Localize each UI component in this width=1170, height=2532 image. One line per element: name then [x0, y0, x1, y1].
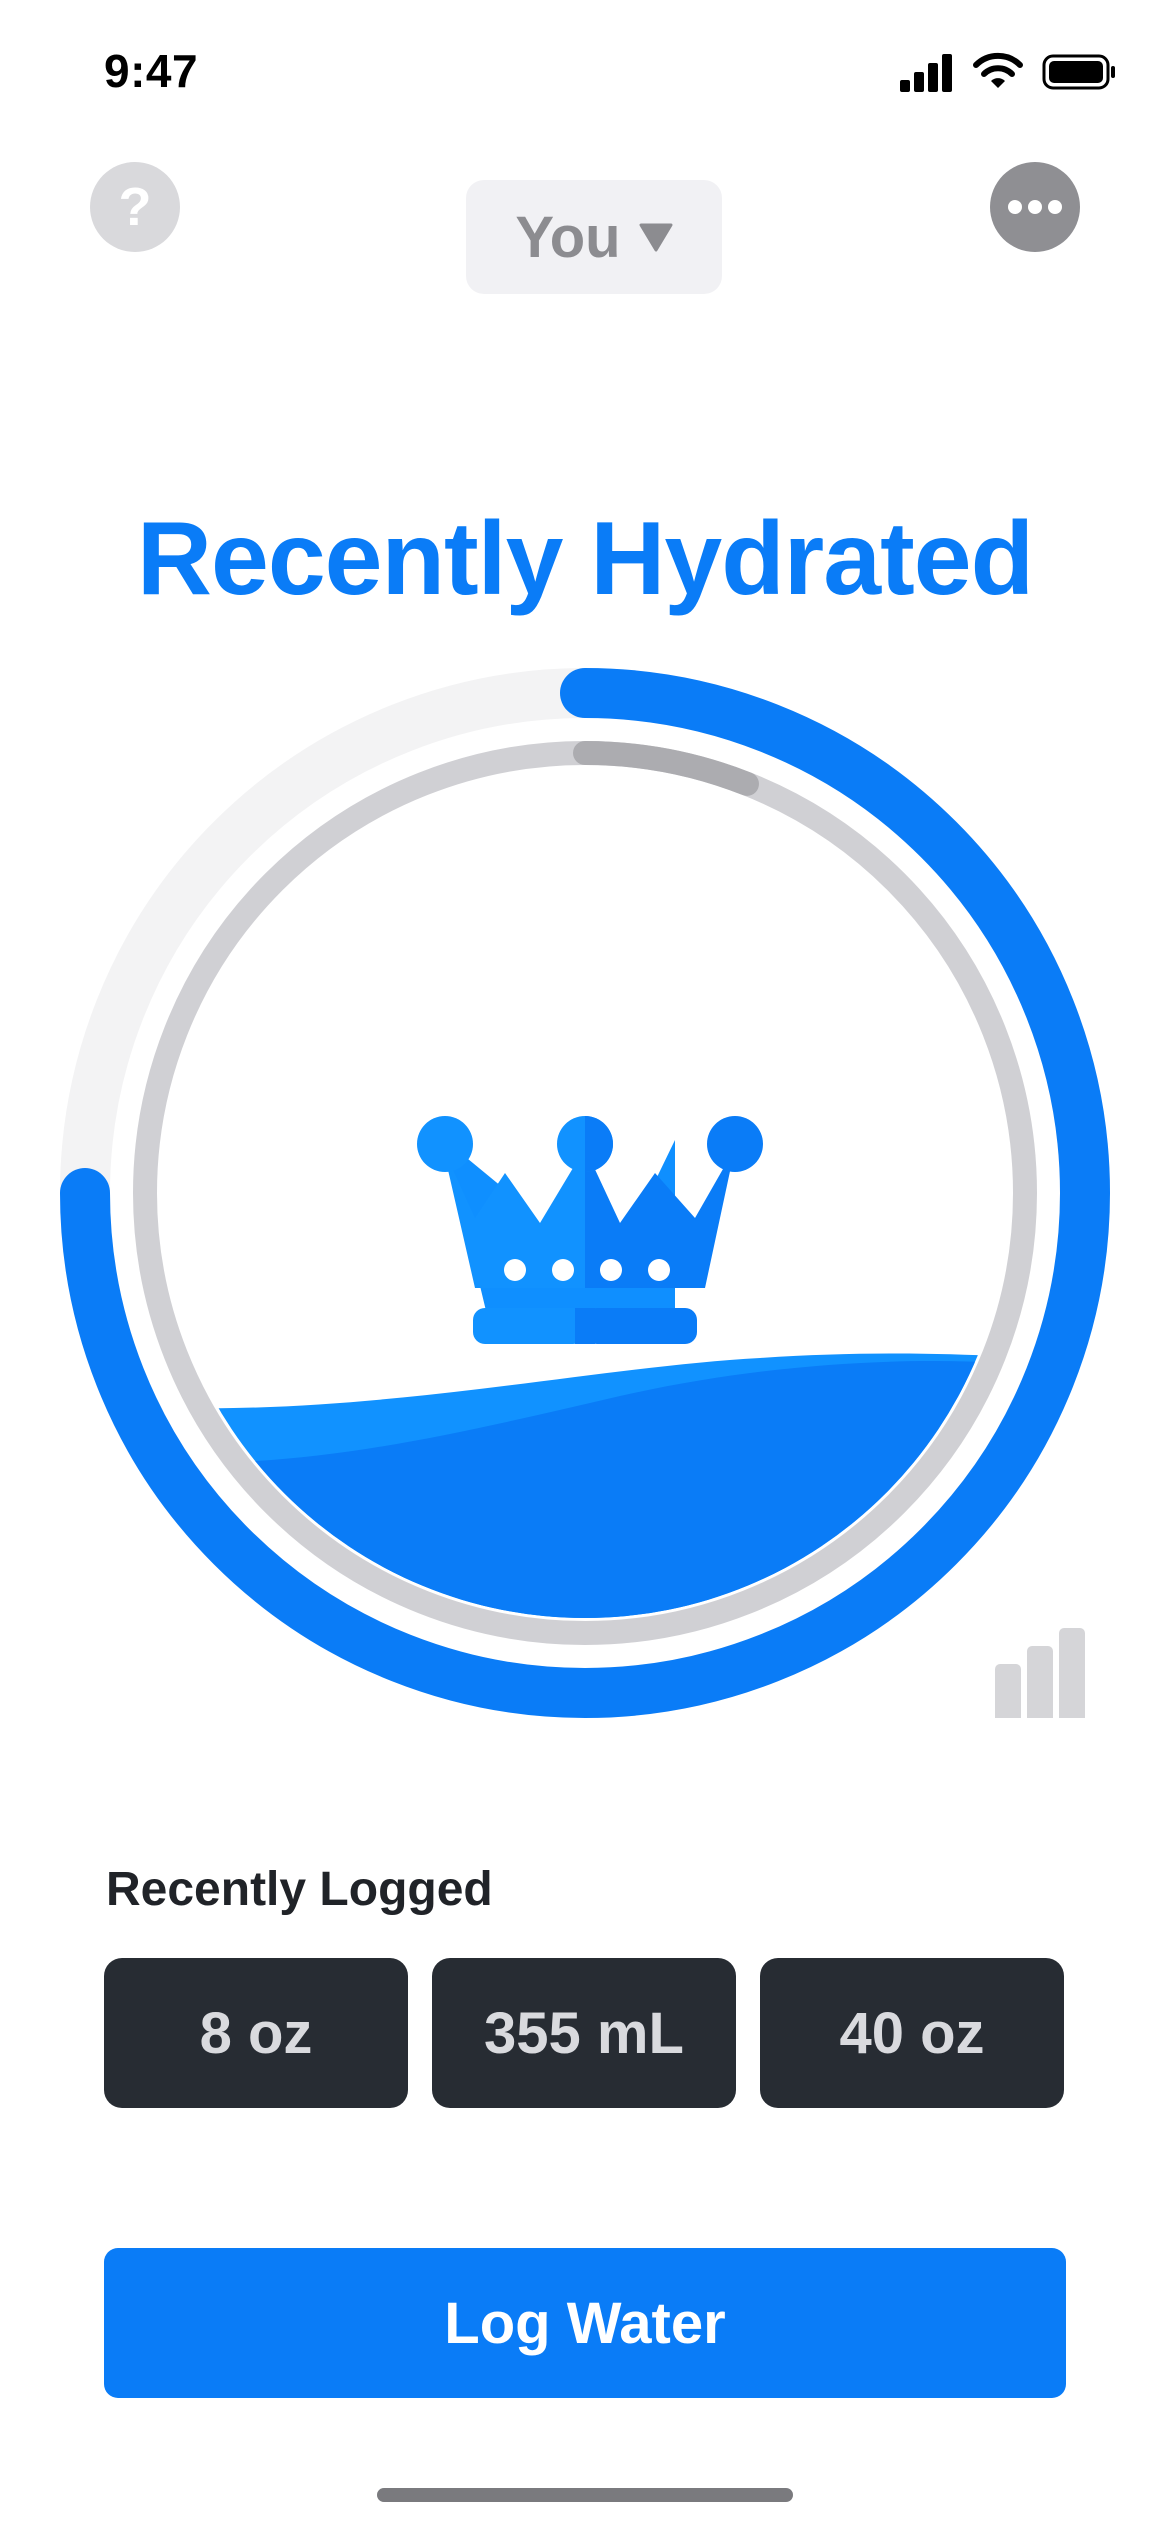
quick-log-button[interactable]: 355 mL [432, 1958, 736, 2108]
ellipsis-icon [1008, 200, 1062, 214]
hydration-ring[interactable] [60, 668, 1110, 1728]
question-icon: ? [118, 177, 152, 237]
status-time: 9:47 [104, 45, 199, 97]
quick-log-row: 8 oz 355 mL 40 oz [104, 1958, 1064, 2108]
hydration-status-title: Recently Hydrated [136, 501, 1034, 617]
log-water-button[interactable]: Log Water [104, 2248, 1066, 2398]
bar-chart-icon [995, 1628, 1085, 1728]
status-icons [900, 52, 1116, 92]
wifi-icon [973, 52, 1023, 88]
recently-logged-label: Recently Logged [106, 1863, 493, 1916]
help-button[interactable]: ? [90, 162, 180, 252]
battery-icon [1042, 54, 1115, 90]
home-indicator [377, 2488, 793, 2502]
water-fill [160, 1353, 1010, 1618]
user-selector-label: You [515, 204, 621, 270]
inner-ring-progress [573, 741, 759, 796]
user-selector[interactable]: You [466, 180, 722, 294]
cellular-signal-icon [900, 54, 952, 92]
caret-down-icon [639, 223, 673, 252]
quick-log-button[interactable]: 40 oz [760, 1958, 1064, 2108]
quick-log-button[interactable]: 8 oz [104, 1958, 408, 2108]
more-options-button[interactable] [990, 162, 1080, 252]
crown-icon [417, 1116, 763, 1344]
